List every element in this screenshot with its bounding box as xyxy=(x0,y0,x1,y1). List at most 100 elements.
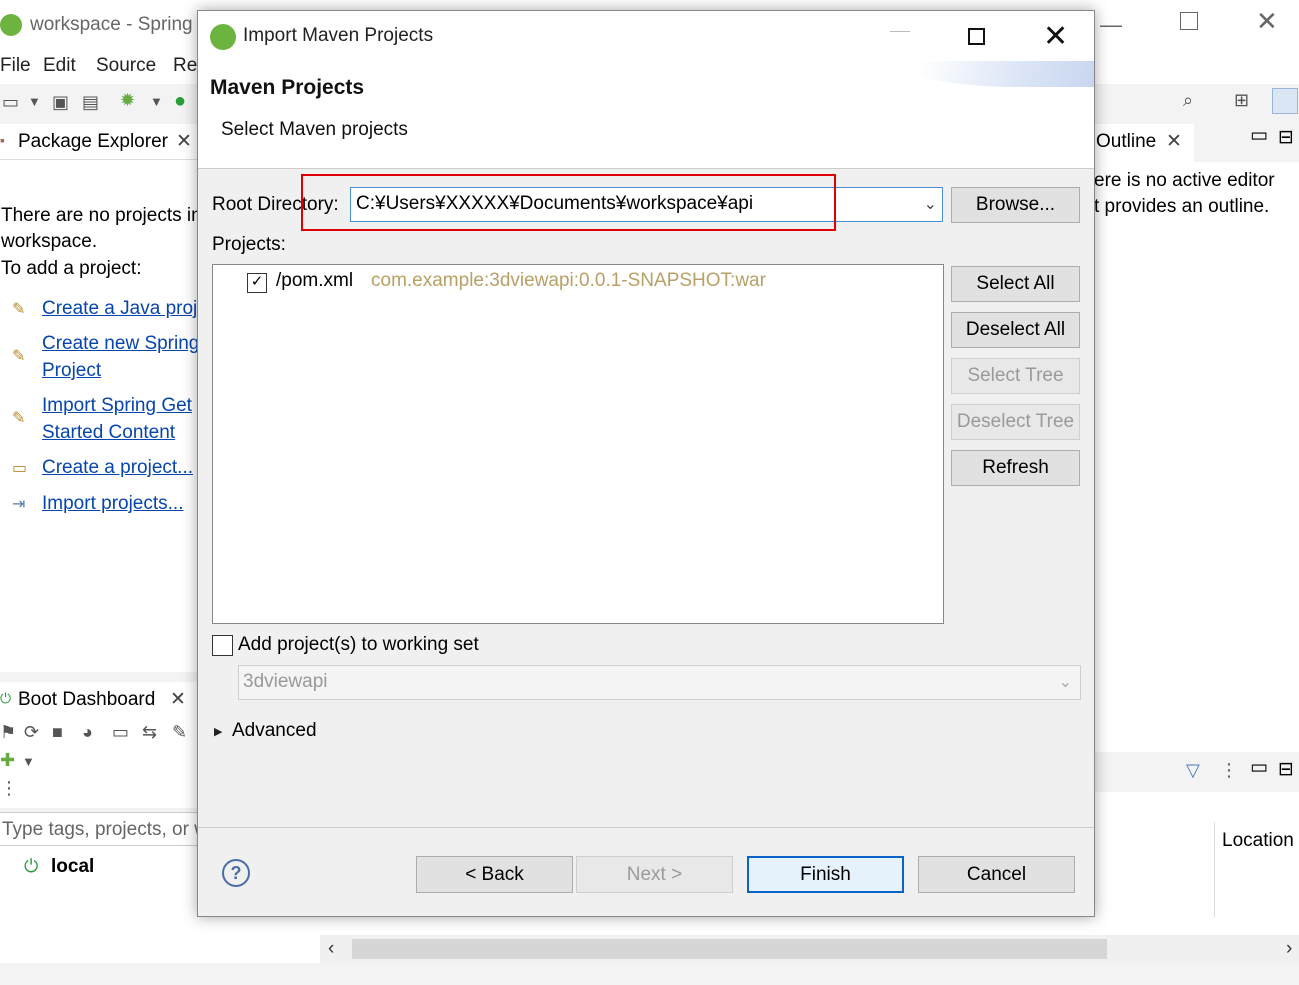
project-coordinates: com.example:3dviewapi:0.0.1-SNAPSHOT:war xyxy=(371,270,766,291)
power-icon: ⏻ xyxy=(0,690,12,706)
back-button[interactable]: < Back xyxy=(416,856,573,893)
open-browser-icon[interactable]: ◕ xyxy=(82,722,93,743)
dialog-maximize-icon[interactable] xyxy=(968,28,985,45)
view-menu-icon[interactable]: ⋮ xyxy=(1220,760,1238,781)
local-target-label[interactable]: local xyxy=(51,856,94,878)
browse-button[interactable]: Browse... xyxy=(951,187,1080,223)
spring-perspective-icon[interactable] xyxy=(1272,88,1298,114)
close-icon[interactable]: ✕ xyxy=(1166,130,1182,153)
select-tree-button[interactable]: Select Tree xyxy=(951,358,1080,394)
refresh-button[interactable]: Refresh xyxy=(951,450,1080,486)
start-icon[interactable]: ⚑ xyxy=(0,722,16,743)
open-perspective-icon[interactable]: ⊞ xyxy=(1234,90,1249,111)
create-java-project-link[interactable]: Create a Java proj xyxy=(42,298,197,320)
no-projects-message-2: workspace. xyxy=(1,231,98,252)
spring-logo-icon xyxy=(0,14,22,36)
chevron-down-icon: ⌄ xyxy=(1058,674,1072,691)
import-getting-started-link[interactable]: Import Spring Get xyxy=(42,395,192,417)
project-name[interactable]: /pom.xml xyxy=(276,270,353,292)
save-all-icon[interactable]: ▤ xyxy=(82,92,99,113)
advanced-section-toggle[interactable]: Advanced xyxy=(232,720,317,742)
location-column-header[interactable]: Location xyxy=(1222,830,1294,852)
create-spring-project-link[interactable]: Create new Spring xyxy=(42,333,199,355)
package-icon: ▪ xyxy=(0,132,5,148)
help-icon[interactable]: ? xyxy=(222,859,250,887)
import-getting-started-link-2[interactable]: Started Content xyxy=(42,422,175,444)
no-projects-message: There are no projects in xyxy=(1,205,202,226)
outline-message: ere is no active editor xyxy=(1094,170,1275,191)
add-project-message: To add a project: xyxy=(1,258,142,279)
button-bar-separator xyxy=(198,827,1094,828)
scroll-left-icon[interactable]: ‹ xyxy=(328,938,334,960)
column-divider xyxy=(1214,822,1215,917)
menu-file[interactable]: File xyxy=(0,55,31,77)
projects-tree[interactable]: ✓ /pom.xml com.example:3dviewapi:0.0.1-S… xyxy=(212,264,944,624)
ide-close-icon[interactable]: ✕ xyxy=(1256,6,1278,37)
maximize-view-icon[interactable]: ⊟ xyxy=(1278,758,1294,781)
edit-icon[interactable]: ✎ xyxy=(172,722,187,743)
deselect-all-button[interactable]: Deselect All xyxy=(951,312,1080,348)
minimize-view-icon[interactable]: ▭ xyxy=(1250,124,1268,147)
select-all-button[interactable]: Select All xyxy=(951,266,1080,302)
menu-edit[interactable]: Edit xyxy=(43,55,76,77)
boot-filter-input[interactable]: Type tags, projects, or w xyxy=(0,812,200,846)
close-icon[interactable]: ✕ xyxy=(170,688,186,711)
open-console-icon[interactable]: ▭ xyxy=(112,722,129,743)
working-set-label[interactable]: Add project(s) to working set xyxy=(238,634,479,656)
getting-started-icon: ✎ xyxy=(12,410,26,427)
working-set-combo[interactable]: 3dviewapi ⌄ xyxy=(238,665,1081,700)
project-checkbox[interactable]: ✓ xyxy=(247,273,267,293)
new-java-project-icon: ✎ xyxy=(12,301,26,318)
outline-label: Outline xyxy=(1096,131,1157,152)
working-set-value: 3dviewapi xyxy=(243,671,328,692)
menu-source[interactable]: Source xyxy=(96,55,156,77)
spring-logo-icon xyxy=(210,24,236,50)
header-title: Maven Projects xyxy=(210,76,365,99)
new-project-icon: ▭ xyxy=(12,460,28,477)
dialog-minimize-icon xyxy=(890,31,910,32)
scrollbar-thumb[interactable] xyxy=(352,939,1107,959)
annotation-highlight-box xyxy=(301,174,836,231)
create-project-link[interactable]: Create a project... xyxy=(42,457,193,479)
search-icon[interactable]: ⌕ xyxy=(1183,90,1193,111)
stop-icon[interactable]: ■ xyxy=(52,722,63,743)
link-icon[interactable]: ⇆ xyxy=(142,722,157,743)
import-icon: ⇥ xyxy=(12,496,26,513)
next-button[interactable]: Next > xyxy=(576,856,733,893)
run-icon[interactable]: ● xyxy=(174,90,186,113)
expand-arrow-icon[interactable]: ▶ xyxy=(214,725,222,738)
minimize-view-icon[interactable]: ▭ xyxy=(1250,756,1268,779)
chevron-down-icon[interactable]: ⌄ xyxy=(924,194,937,214)
new-icon[interactable]: ▭ xyxy=(2,92,19,113)
menu-refactor[interactable]: Re xyxy=(173,55,197,77)
restart-icon[interactable]: ⟳ xyxy=(24,722,39,743)
finish-button[interactable]: Finish xyxy=(747,856,904,893)
projects-label: Projects: xyxy=(212,234,286,255)
save-icon[interactable]: ▣ xyxy=(52,92,69,113)
chevron-down-icon[interactable]: ▼ xyxy=(28,94,41,109)
ide-minimize-icon[interactable]: — xyxy=(1100,12,1122,38)
outline-message-2: t provides an outline. xyxy=(1094,196,1270,217)
working-set-checkbox[interactable] xyxy=(212,635,233,656)
debug-icon[interactable]: ✹ xyxy=(120,90,135,111)
dialog-close-icon[interactable]: ✕ xyxy=(1043,19,1068,54)
chevron-down-icon[interactable]: ▼ xyxy=(22,754,35,769)
package-explorer-label: Package Explorer xyxy=(18,131,168,152)
close-icon[interactable]: ✕ xyxy=(176,130,192,153)
ide-maximize-icon[interactable] xyxy=(1180,12,1198,30)
more-icon[interactable]: ⋮ xyxy=(0,778,18,799)
cancel-button[interactable]: Cancel xyxy=(918,856,1075,893)
import-maven-dialog: Import Maven Projects ✕ Maven Projects S… xyxy=(197,10,1095,917)
chevron-down-icon[interactable]: ▼ xyxy=(150,94,163,109)
scroll-right-icon[interactable]: › xyxy=(1286,938,1292,960)
outline-view xyxy=(1094,162,1299,752)
bottom-view xyxy=(1094,792,1299,917)
status-bar xyxy=(0,963,1299,985)
deselect-tree-button[interactable]: Deselect Tree xyxy=(951,404,1080,440)
add-icon[interactable]: ✚ xyxy=(0,750,15,771)
maximize-view-icon[interactable]: ⊟ xyxy=(1278,126,1294,149)
dialog-title: Import Maven Projects xyxy=(243,25,434,46)
create-spring-project-link-2[interactable]: Project xyxy=(42,360,101,382)
filter-icon[interactable]: ▽ xyxy=(1186,760,1200,781)
import-projects-link[interactable]: Import projects... xyxy=(42,493,184,515)
